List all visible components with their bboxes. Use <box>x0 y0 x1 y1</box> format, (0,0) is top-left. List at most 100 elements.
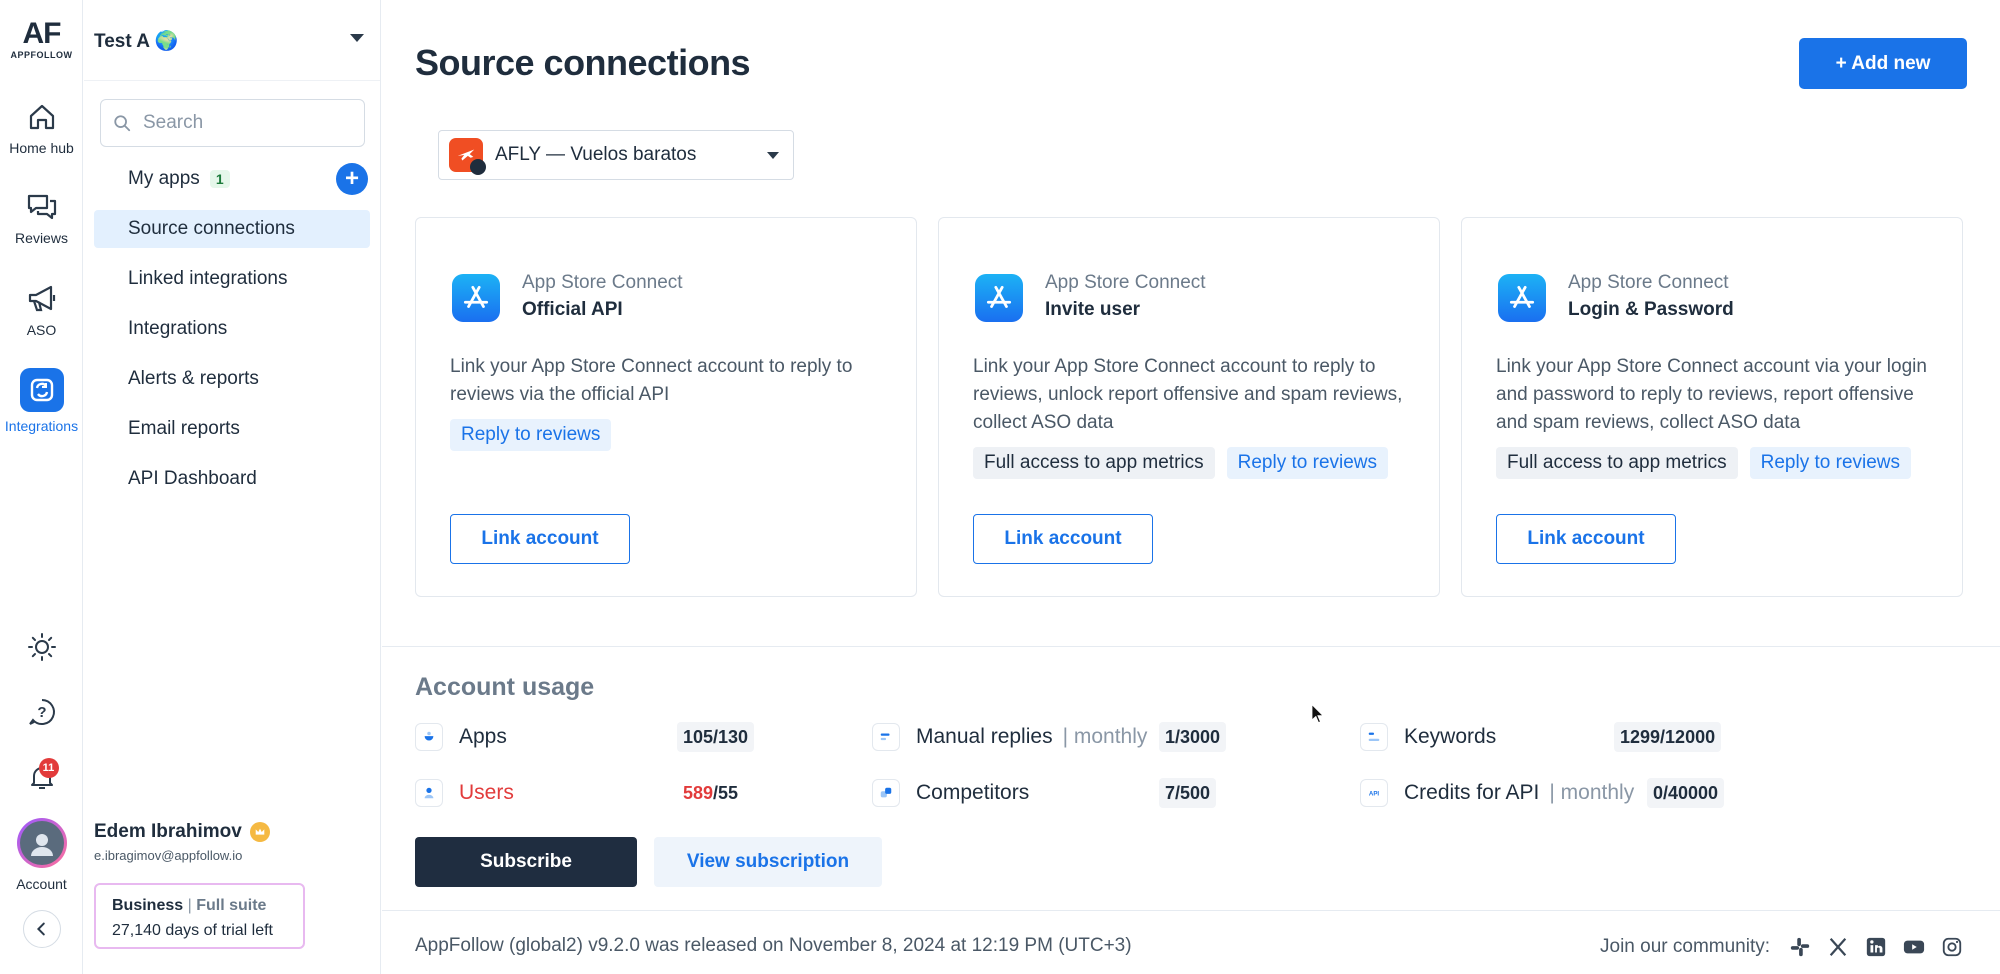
link-account-button[interactable]: Link account <box>450 514 630 564</box>
reviews-icon <box>27 194 56 220</box>
community-label: Join our community: <box>1600 936 1771 957</box>
nav-item-source-connections[interactable]: Source connections <box>94 210 370 248</box>
card-title: Official API <box>522 299 623 320</box>
main-content: Source connections + Add new AFLY — Vuel… <box>382 0 2000 974</box>
card-tags: Full access to app metrics Reply to revi… <box>1496 447 1912 479</box>
keywords-icon <box>1360 723 1388 751</box>
rail-item-label: ASO <box>26 322 57 338</box>
nav-item-integrations[interactable]: Integrations <box>94 310 370 348</box>
nav-item-label: Linked integrations <box>128 268 288 289</box>
instagram-icon[interactable] <box>1940 935 1964 959</box>
tag-reply-to-reviews: Reply to reviews <box>1749 447 1912 479</box>
app-root: AF APPFOLLOW Home hub Reviews ASO Integr… <box>0 0 2000 974</box>
rail-item-label: Integrations <box>4 418 79 434</box>
add-new-button[interactable]: + Add new <box>1799 38 1967 89</box>
plan-card[interactable]: Business | Full suite 27,140 days of tri… <box>94 883 305 949</box>
caret-down-icon <box>350 34 364 42</box>
tag-full-access: Full access to app metrics <box>1496 447 1738 479</box>
card-kicker: App Store Connect <box>1568 272 1729 293</box>
megaphone-icon <box>28 285 55 312</box>
mouse-cursor-icon <box>1311 703 1325 724</box>
plus-icon: + <box>344 165 359 192</box>
svg-text:?: ? <box>37 704 46 721</box>
usage-apps: Apps 105/130 <box>415 720 795 754</box>
card-kicker: App Store Connect <box>1045 272 1206 293</box>
api-icon: API <box>1360 779 1388 807</box>
workspace-selector[interactable]: Test A 🌍 <box>94 26 364 56</box>
view-subscription-button[interactable]: View subscription <box>654 837 882 887</box>
usage-label: Competitors <box>916 781 1030 804</box>
app-store-connect-icon <box>975 274 1023 322</box>
rail-item-aso[interactable]: ASO <box>0 282 83 338</box>
rail-item-home-hub[interactable]: Home hub <box>0 100 83 156</box>
tag-reply-to-reviews: Reply to reviews <box>450 419 612 451</box>
workspace-name: Test A 🌍 <box>94 31 179 52</box>
nav-item-label: API Dashboard <box>128 468 257 489</box>
nav-item-linked-integrations[interactable]: Linked integrations <box>94 260 370 298</box>
link-account-button[interactable]: Link account <box>1496 514 1676 564</box>
plan-separator: | <box>187 897 192 914</box>
search-input[interactable] <box>143 112 343 134</box>
divider <box>84 80 380 81</box>
usage-manual-replies: Manual replies | monthly 1/3000 <box>872 720 1292 754</box>
account-usage-title: Account usage <box>415 673 595 701</box>
rail-item-label: Home hub <box>9 140 74 156</box>
usage-value: 589/55 <box>677 778 744 808</box>
usage-value: 1299/12000 <box>1614 722 1722 752</box>
left-rail: AF APPFOLLOW Home hub Reviews ASO Integr… <box>0 0 83 974</box>
usage-value: 105/130 <box>677 722 755 752</box>
logo-text: APPFOLLOW <box>10 50 73 60</box>
usage-value: 1/3000 <box>1159 722 1227 752</box>
help-button[interactable]: ? <box>0 697 83 727</box>
nav-item-alerts-reports[interactable]: Alerts & reports <box>94 360 370 398</box>
collapse-sidebar-button[interactable] <box>0 910 83 948</box>
theme-toggle[interactable] <box>0 632 83 662</box>
rail-item-reviews[interactable]: Reviews <box>0 190 83 246</box>
card-description: Link your App Store Connect account via … <box>1496 356 1927 433</box>
tag-full-access: Full access to app metrics <box>973 447 1215 479</box>
plan-suite: Full suite <box>196 897 267 914</box>
card-kicker: App Store Connect <box>522 272 683 293</box>
community-links: Join our community: <box>1600 935 1964 959</box>
connection-card-login-password: App Store Connect Login & Password Link … <box>1461 217 1963 597</box>
home-icon <box>29 104 54 130</box>
user-email: e.ibragimov@appfollow.io <box>94 848 243 863</box>
rail-item-integrations[interactable]: Integrations <box>0 368 83 434</box>
users-limit: /55 <box>713 782 739 803</box>
rail-item-account[interactable]: Account <box>0 818 83 892</box>
app-selector[interactable]: AFLY — Vuelos baratos <box>438 130 794 180</box>
link-account-button[interactable]: Link account <box>973 514 1153 564</box>
caret-down-icon <box>767 152 779 159</box>
appfollow-logo[interactable]: AF APPFOLLOW <box>0 17 83 61</box>
slack-icon[interactable] <box>1788 935 1812 959</box>
connection-card-invite-user: App Store Connect Invite user Link your … <box>938 217 1440 597</box>
tag-reply-to-reviews: Reply to reviews <box>1226 447 1389 479</box>
notifications-button[interactable]: 11 <box>0 758 83 792</box>
app-selector-value: AFLY — Vuelos baratos <box>495 144 697 165</box>
search-box[interactable] <box>100 99 365 147</box>
sun-icon <box>27 633 56 661</box>
usage-period: | monthly <box>1062 725 1148 748</box>
user-name-text: Edem Ibrahimov <box>94 821 242 842</box>
nav-item-api-dashboard[interactable]: API Dashboard <box>94 460 370 498</box>
add-app-button[interactable]: + <box>336 163 368 195</box>
usage-credits-api: API Credits for API | monthly 0/40000 <box>1360 776 1780 810</box>
card-tags: Full access to app metrics Reply to revi… <box>973 447 1389 479</box>
divider <box>382 646 2000 647</box>
nav-item-label: Source connections <box>128 218 295 239</box>
nav-item-my-apps[interactable]: My apps 1 <box>94 160 370 198</box>
logo-mark: AF <box>22 17 62 50</box>
user-avatar-icon <box>30 834 53 856</box>
integrations-icon <box>19 368 64 412</box>
plan-name: Business <box>112 897 184 914</box>
youtube-icon[interactable] <box>1902 935 1926 959</box>
release-note: AppFollow (global2) v9.2.0 was released … <box>415 935 1132 956</box>
nav-item-label: Alerts & reports <box>128 368 259 389</box>
x-icon[interactable] <box>1826 935 1850 959</box>
usage-value: 0/40000 <box>1647 778 1725 808</box>
nav-item-email-reports[interactable]: Email reports <box>94 410 370 448</box>
subscribe-button[interactable]: Subscribe <box>415 837 637 887</box>
trial-remaining: 27,140 days of trial left <box>112 922 273 939</box>
linkedin-icon[interactable] <box>1864 935 1888 959</box>
sidebar: Test A 🌍 My apps 1 + Source connections … <box>84 0 381 974</box>
